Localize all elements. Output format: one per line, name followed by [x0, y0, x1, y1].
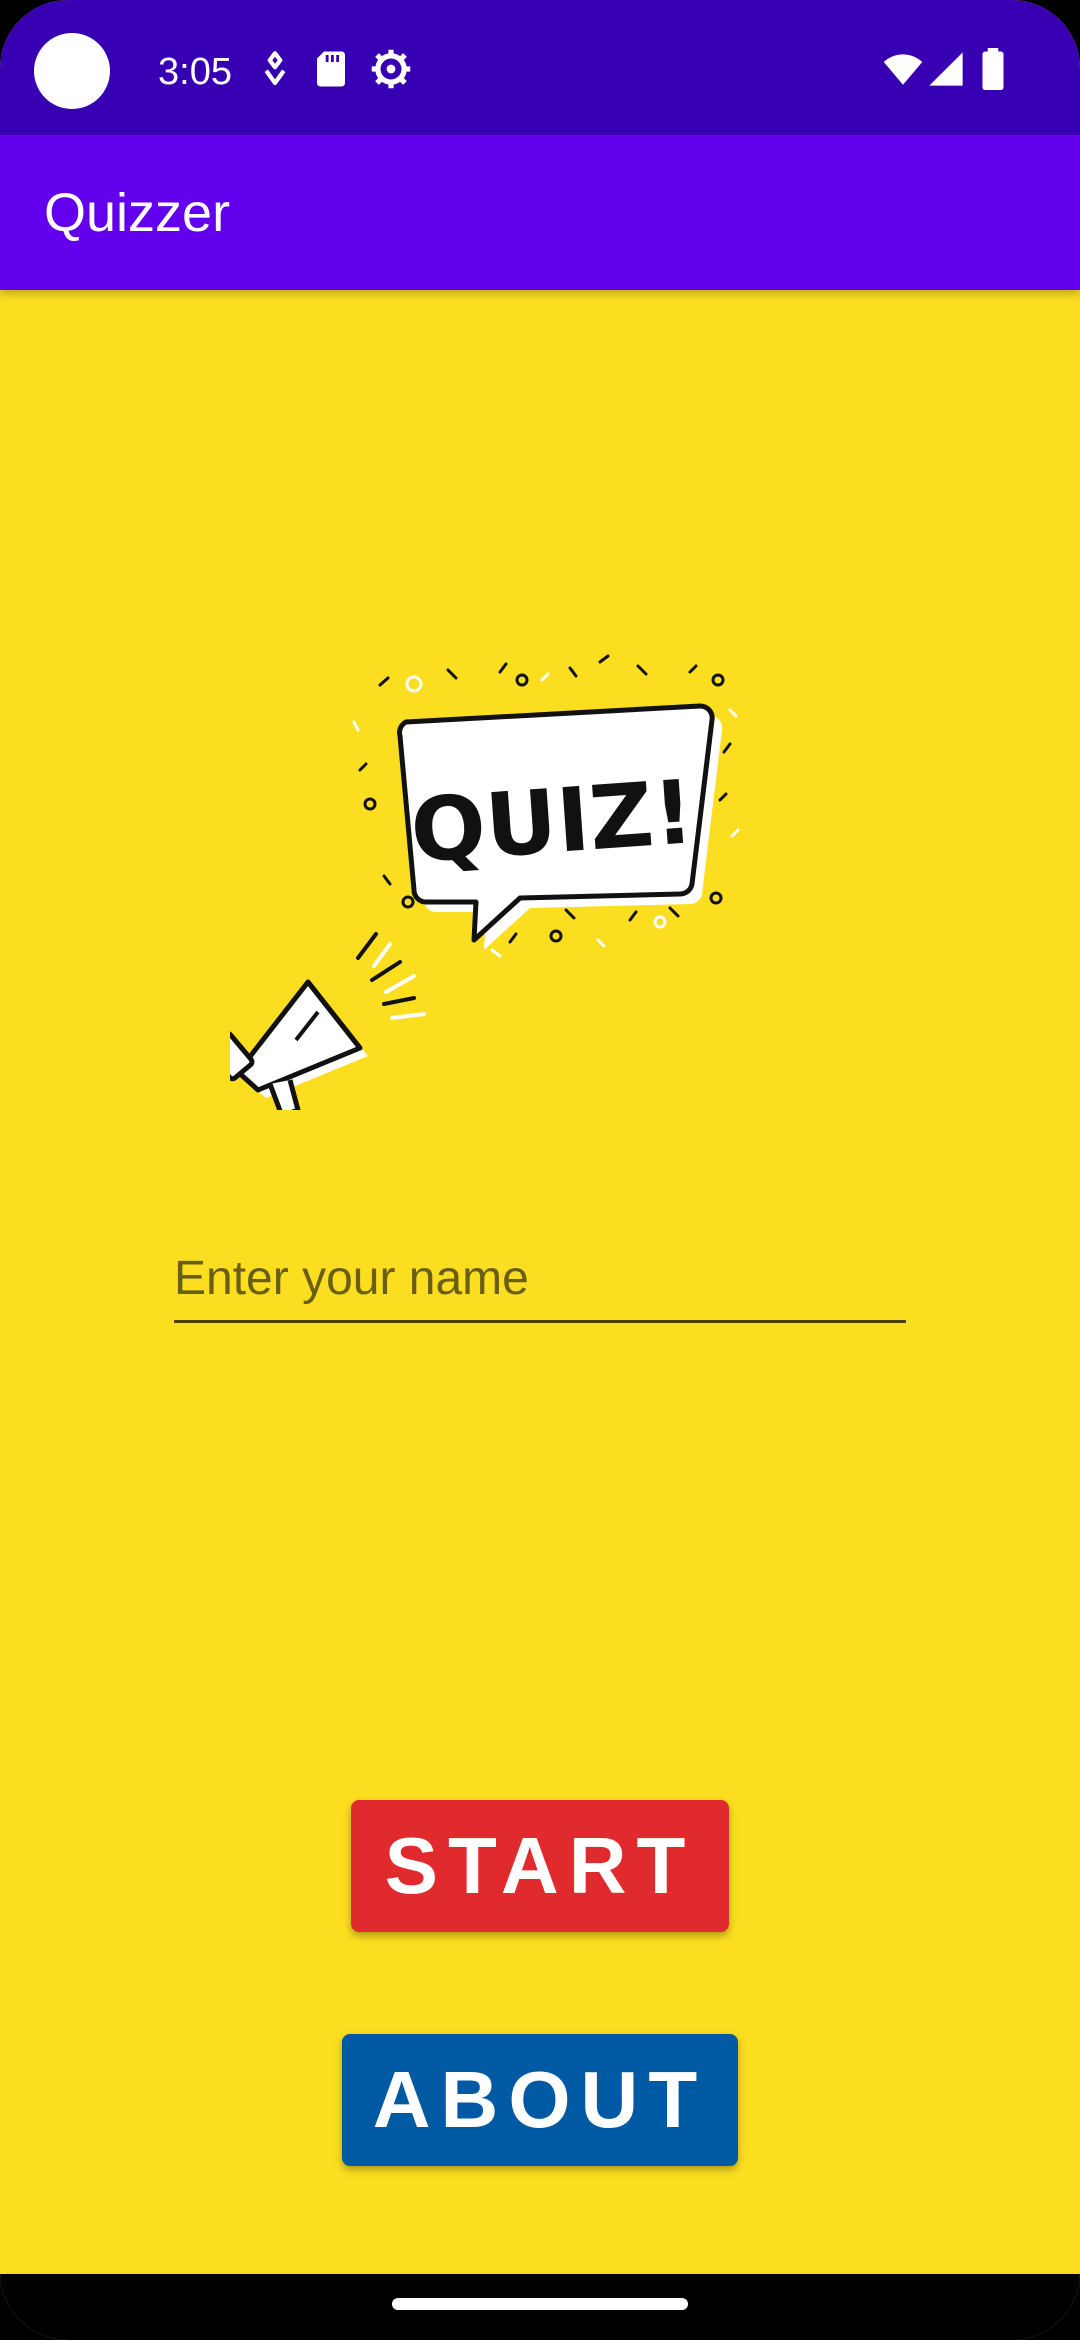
about-button[interactable]: ABOUT [342, 2034, 738, 2166]
quiz-illustration: QUIZ! [230, 640, 770, 1110]
app-title: Quizzer [44, 183, 231, 243]
battery-icon [976, 48, 1010, 90]
home-gesture-handle[interactable] [392, 2298, 688, 2310]
assistant-icon [254, 48, 296, 90]
status-time: 3:05 [158, 51, 232, 93]
app-bar: Quizzer [0, 135, 1080, 290]
navigation-bar [0, 2274, 1080, 2340]
quiz-bubble-text: QUIZ! [407, 760, 696, 882]
name-input-container [174, 1240, 906, 1323]
signal-icon [926, 48, 966, 90]
settings-gear-icon [370, 48, 412, 90]
status-bar: 3:05 [0, 0, 1080, 135]
start-button[interactable]: START [351, 1800, 729, 1932]
sd-card-icon [310, 48, 352, 90]
megaphone-icon [230, 979, 368, 1110]
camera-cutout [34, 33, 110, 109]
wifi-icon [880, 48, 926, 90]
screen: 3:05 Quizzer QUIZ! Enter your name START… [0, 0, 1080, 2340]
name-input[interactable] [174, 1240, 906, 1316]
